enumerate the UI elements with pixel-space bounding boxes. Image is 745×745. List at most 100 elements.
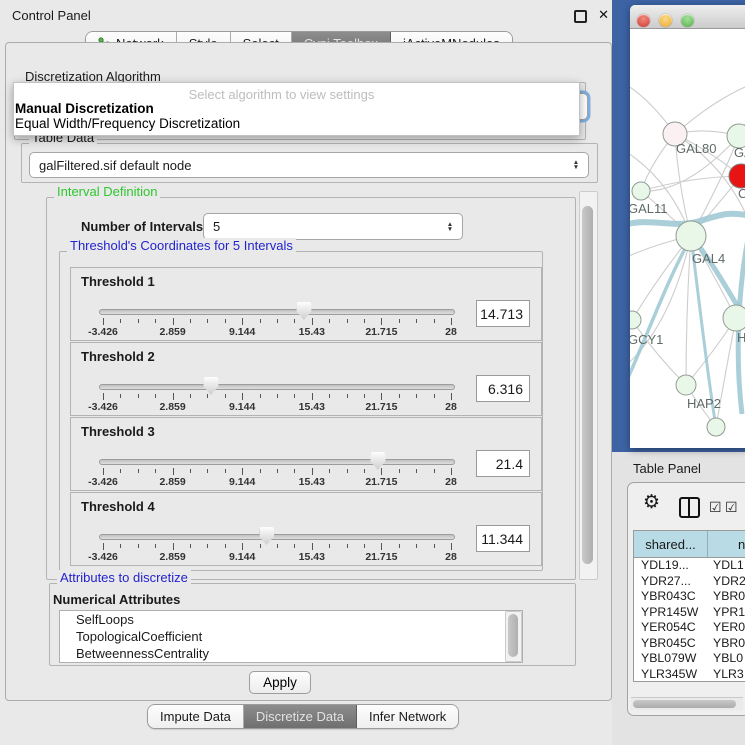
tick-mark — [225, 394, 226, 398]
tick-mark — [347, 544, 348, 548]
network-window-titlebar — [630, 5, 745, 29]
tick-label: -3.426 — [88, 476, 118, 488]
attribute-item[interactable]: TopologicalCoefficient — [60, 628, 522, 645]
table-row[interactable]: YBR043CYBR0 — [634, 589, 745, 605]
zoom-traffic-light[interactable] — [681, 14, 694, 27]
tick-mark — [347, 394, 348, 398]
node-label: GCY1 — [630, 332, 663, 347]
scrollbar-thumb[interactable] — [508, 614, 518, 657]
tick-mark — [329, 544, 330, 548]
thresholds-group-title: Threshold's Coordinates for 5 Intervals — [67, 238, 296, 253]
network-canvas[interactable]: GAL80GACGAL11GAL4GCY1HHAP2 — [630, 29, 745, 448]
attributes-list-scrollbar[interactable] — [505, 611, 522, 662]
close-traffic-light[interactable] — [637, 14, 650, 27]
tick-mark — [399, 319, 400, 323]
tick-mark — [294, 469, 295, 473]
column-header-shared-name[interactable]: shared... — [634, 531, 708, 557]
scrollbar-thumb[interactable] — [582, 206, 593, 564]
tick-mark — [329, 319, 330, 323]
tick-mark — [242, 318, 243, 325]
tick-mark — [434, 394, 435, 398]
node-label: H — [737, 330, 745, 345]
close-icon[interactable]: ✕ — [598, 7, 609, 23]
node-table: shared... n YDL19...YDL1YDR27...YDR2YBR0… — [633, 530, 745, 682]
minimize-traffic-light[interactable] — [659, 14, 672, 27]
threshold-value-field[interactable]: 21.4 — [476, 450, 530, 477]
table-row[interactable]: YER054CYER0 — [634, 620, 745, 636]
dropdown-option-manual-discretization[interactable]: Manual Discretization — [15, 101, 154, 116]
threshold-value-field[interactable]: 14.713 — [476, 300, 530, 327]
network-node-gcy1[interactable] — [630, 311, 641, 329]
tick-label: 15.43 — [299, 401, 325, 413]
column-header-name[interactable]: n — [708, 531, 745, 557]
float-window-icon[interactable] — [574, 10, 587, 23]
table-horizontal-scrollbar[interactable] — [631, 697, 743, 710]
table-row[interactable]: YBR045CYBR0 — [634, 636, 745, 652]
threshold-slider-2[interactable] — [99, 379, 455, 393]
tick-mark — [434, 319, 435, 323]
tab-impute-data[interactable]: Impute Data — [148, 705, 244, 728]
number-of-intervals-combobox[interactable]: 5 ▲▼ — [203, 213, 463, 240]
tab-infer-network[interactable]: Infer Network — [357, 705, 458, 728]
network-node[interactable] — [707, 418, 725, 436]
attribute-item[interactable]: SelfLoops — [60, 611, 522, 628]
network-node-c[interactable] — [729, 164, 745, 188]
threshold-slider-1[interactable] — [99, 304, 455, 318]
tick-mark — [329, 394, 330, 398]
attributes-group-title: Attributes to discretize — [57, 570, 191, 585]
table-data-combobox[interactable]: galFiltered.sif default node ▲▼ — [29, 152, 589, 178]
threshold-slider-3[interactable] — [99, 454, 455, 468]
network-node-hap2[interactable] — [676, 375, 696, 395]
tick-mark — [364, 319, 365, 323]
tick-mark — [225, 319, 226, 323]
tick-mark — [138, 319, 139, 323]
tick-mark — [103, 318, 104, 325]
apply-button[interactable]: Apply — [249, 671, 311, 694]
dropdown-option-equal-width-frequency[interactable]: Equal Width/Frequency Discretization — [15, 116, 240, 131]
table-row[interactable]: YPR145WYPR1 — [634, 605, 745, 621]
tick-mark — [190, 544, 191, 548]
threshold-value-field[interactable]: 6.316 — [476, 375, 530, 402]
checkbox-icon[interactable]: ☑ — [725, 500, 738, 514]
node-table-rows: YDL19...YDL1YDR27...YDR2YBR043CYBR0YPR14… — [634, 558, 745, 682]
scrollbar-thumb[interactable] — [633, 700, 736, 708]
tick-mark — [451, 318, 452, 325]
tick-mark — [347, 469, 348, 473]
checkbox-icon[interactable]: ☑ — [709, 500, 722, 514]
split-columns-icon[interactable] — [679, 497, 700, 518]
tick-mark — [294, 394, 295, 398]
tick-label: 2.859 — [159, 476, 185, 488]
tick-mark — [190, 394, 191, 398]
tab-discretize-data[interactable]: Discretize Data — [244, 705, 357, 728]
threshold-label: Threshold 3 — [81, 424, 155, 439]
numerical-attributes-list: SelfLoopsTopologicalCoefficientBetweenne… — [59, 610, 523, 663]
threshold-slider-4[interactable] — [99, 529, 455, 543]
threshold-value-field[interactable]: 11.344 — [476, 525, 530, 552]
network-node-h[interactable] — [723, 305, 745, 331]
network-node-gal11[interactable] — [632, 182, 650, 200]
network-node-gal4[interactable] — [676, 221, 706, 251]
control-panel-body: Discretization Algorithm ▲▼ Table Data g… — [5, 42, 612, 701]
table-row[interactable]: YDR27...YDR2 — [634, 574, 745, 590]
attribute-item[interactable]: BetweennessCentrality — [60, 645, 522, 662]
tick-mark — [277, 394, 278, 398]
tick-label: 9.144 — [229, 551, 255, 563]
tick-mark — [434, 544, 435, 548]
tick-label: 28 — [445, 551, 457, 563]
tick-label: 15.43 — [299, 326, 325, 338]
tick-label: 28 — [445, 476, 457, 488]
tick-mark — [207, 394, 208, 398]
threshold-box-2: Threshold 2 -3.4262.8599.14415.4321.7152… — [70, 342, 542, 416]
content-vertical-scrollbar[interactable] — [579, 191, 598, 580]
tick-mark — [294, 319, 295, 323]
gear-icon[interactable]: ⚙ — [643, 493, 660, 512]
number-of-intervals-label: Number of Intervals — [81, 219, 203, 234]
table-row[interactable]: YDL19...YDL1 — [634, 558, 745, 574]
tick-mark — [451, 393, 452, 400]
threshold-label: Threshold 1 — [81, 274, 155, 289]
panel-title: Control Panel — [12, 8, 91, 23]
table-row[interactable]: YBL079WYBL0 — [634, 651, 745, 667]
tick-mark — [207, 319, 208, 323]
table-row[interactable]: YLR345WYLR3 — [634, 667, 745, 683]
threshold-box-1: Threshold 1 -3.4262.8599.14415.4321.7152… — [70, 267, 542, 341]
